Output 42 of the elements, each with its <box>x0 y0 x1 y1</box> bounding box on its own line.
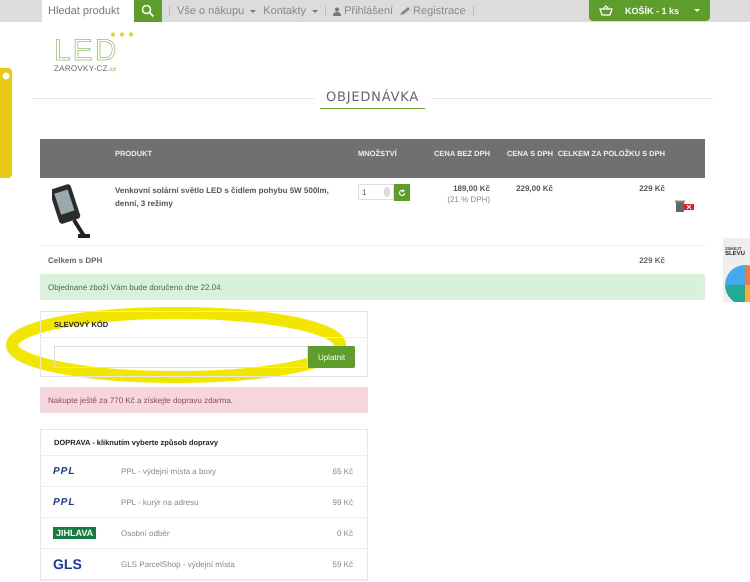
apply-button[interactable]: Uplatnit <box>308 346 355 368</box>
shipping-name: Osobní odběr <box>121 528 170 538</box>
shipping-price: 65 Kč <box>332 466 354 476</box>
vat-note: (21 % DPH) <box>446 195 490 204</box>
quantity-field[interactable]: 1 <box>358 184 394 200</box>
shipping-option[interactable]: PPL PPL - výdejní místa a boxy 65 Kč <box>41 456 367 487</box>
item-total: 229 Kč <box>639 184 665 193</box>
shipping-price: 59 Kč <box>332 560 354 568</box>
pen-icon <box>400 7 410 15</box>
page-title: OBJEDNÁVKA <box>320 87 426 109</box>
shipping-option[interactable]: JIHLAVA Osobní odběr 0 Kč <box>41 518 367 549</box>
total-value: 229 Kč <box>639 256 665 264</box>
shipping-price: 99 Kč <box>332 498 354 506</box>
user-icon <box>333 6 342 16</box>
price-net: 189,00 Kč <box>452 184 490 193</box>
shipping-name: PPL - výdejní místa a boxy <box>121 466 217 476</box>
product-name[interactable]: Venkovní solární světlo LED s čidlem pohybu 5W 500lm, denní, 3 režimy <box>115 184 358 245</box>
discount-code-field[interactable] <box>54 346 308 368</box>
carrier-logo: GLS <box>53 556 82 572</box>
free-shipping-alert: Nakupte ještě za 770 Kč a získejte dopravu zdarma. <box>40 387 368 413</box>
shipping-name: GLS ParcelShop - výdejní místa <box>121 560 236 568</box>
total-label: Celkem s DPH <box>48 256 102 264</box>
stars-icon <box>110 32 134 37</box>
delete-icon[interactable] <box>675 200 695 212</box>
search-field[interactable]: Hledat produkt <box>42 0 134 22</box>
shipping-name: PPL - kurýr na adresu <box>121 498 200 506</box>
refresh-icon <box>398 188 406 196</box>
delivery-alert: Objednané zboží Vám bude doručeno dne 22.04. <box>40 274 705 300</box>
search-button[interactable] <box>134 0 162 22</box>
basket-icon <box>598 5 613 16</box>
carrier-logo: PPL <box>53 496 76 508</box>
cart-button[interactable]: KOŠÍK - 1 ks <box>588 0 710 21</box>
carrier-logo: PPL <box>53 466 76 476</box>
search-icon <box>141 4 155 18</box>
shipping-option[interactable]: GLS GLS ParcelShop - výdejní místa 59 Kč <box>41 549 367 580</box>
refresh-button[interactable] <box>394 184 410 201</box>
shipping-option[interactable]: PPL PPL - kurýr na adresu 99 Kč <box>41 487 367 518</box>
price-gross: 229,00 Kč <box>516 184 553 193</box>
badge-icon <box>2 72 10 80</box>
shipping-price: 0 Kč <box>336 528 354 538</box>
spinner-icon <box>384 187 390 197</box>
carrier-logo: JIHLAVA <box>53 527 96 539</box>
